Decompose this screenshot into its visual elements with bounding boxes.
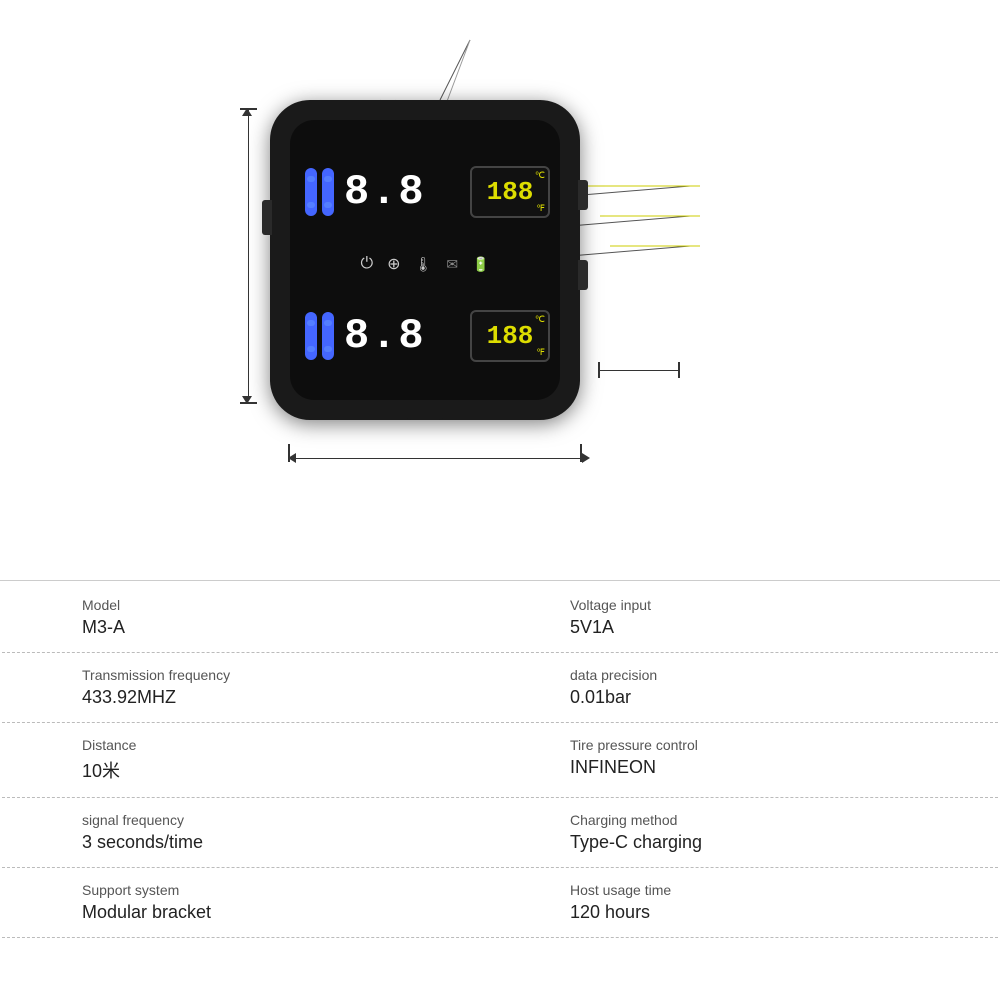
specs-section: Model M3-A Voltage input 5V1A Transmissi… [0,580,1000,1000]
spec-row: Support system Modular bracket Host usag… [2,868,998,938]
spec-cell-right: Charging method Type-C charging [510,798,998,867]
spec-row: signal frequency 3 seconds/time Charging… [2,798,998,868]
spec-value-left: 3 seconds/time [82,832,480,853]
spec-label-left: Model [82,597,480,613]
spec-label-left: signal frequency [82,812,480,828]
spec-label-left: Distance [82,737,480,753]
spec-value-left: Modular bracket [82,902,480,923]
screen-middle-icons: ⏻ ⊕ 🌡 ✉ 🔋 [300,246,550,282]
temp-display-bottom: 188 ℃ ℉ [470,310,550,362]
screen-row-bottom: 8.8 188 ℃ ℉ [300,282,550,390]
diagram-section: 8.8 188 ℃ ℉ ⏻ ⊕ 🌡 ✉ 🔋 [0,0,1000,580]
spec-cell-right: Host usage time 120 hours [510,868,998,937]
spec-row: Transmission frequency 433.92MHZ data pr… [2,653,998,723]
temp-unit-f-top: ℉ [536,203,545,214]
spec-cell-left: Model M3-A [2,583,510,652]
pressure-digits-bottom: 8.8 [344,315,464,357]
dim-arrow-right [582,453,590,463]
thermometer-icon: 🌡 [415,256,433,273]
spec-value-right: INFINEON [570,757,968,778]
spec-row: Distance 10米 Tire pressure control INFIN… [2,723,998,798]
right-button-top [578,180,588,210]
spec-label-right: Tire pressure control [570,737,968,753]
bottom-connector [395,398,455,420]
tire-bar-right [322,168,334,216]
right-button-bottom [578,260,588,290]
dim-arrow-left [288,453,296,463]
device-screen: 8.8 188 ℃ ℉ ⏻ ⊕ 🌡 ✉ 🔋 [290,120,560,400]
spec-cell-left: Transmission frequency 433.92MHZ [2,653,510,722]
battery-icon: 🔋 [472,256,489,273]
dim-line-vertical [248,110,249,400]
temp-unit-f-bottom: ℉ [536,347,545,358]
spec-value-left: M3-A [82,617,480,638]
spec-cell-right: Voltage input 5V1A [510,583,998,652]
screen-row-top: 8.8 188 ℃ ℉ [300,138,550,246]
temp-digits-top: 188 [487,177,534,207]
spec-cell-left: Support system Modular bracket [2,868,510,937]
temp-display-top: 188 ℃ ℉ [470,166,550,218]
spec-value-right: 5V1A [570,617,968,638]
specs-table: Model M3-A Voltage input 5V1A Transmissi… [0,581,1000,940]
spec-value-right: 0.01bar [570,687,968,708]
spec-value-left: 10米 [82,757,480,783]
tire-icon-rear [300,310,338,362]
spec-label-left: Support system [82,882,480,898]
spec-label-right: Host usage time [570,882,968,898]
spec-value-right: Type-C charging [570,832,968,853]
spec-cell-right: data precision 0.01bar [510,653,998,722]
tire-bar-right-rear [322,312,334,360]
tire-bar-left-rear [305,312,317,360]
spec-value-right: 120 hours [570,902,968,923]
temp-unit-c-bottom: ℃ [535,314,545,325]
spec-cell-left: Distance 10米 [2,723,510,797]
spec-label-right: Voltage input [570,597,968,613]
device-outer-shell: 8.8 188 ℃ ℉ ⏻ ⊕ 🌡 ✉ 🔋 [270,100,580,420]
tire-bar-left [305,168,317,216]
spec-cell-right: Tire pressure control INFINEON [510,723,998,797]
tire-symbol-icon: ⊕ [387,254,400,274]
power-icon: ⏻ [360,255,373,273]
signal-icon: ✉ [446,256,458,273]
device-diagram: 8.8 188 ℃ ℉ ⏻ ⊕ 🌡 ✉ 🔋 [270,100,580,440]
dim-depth-line [600,370,680,371]
temp-digits-bottom: 188 [487,321,534,351]
spec-label-right: data precision [570,667,968,683]
dim-arrow-top [242,108,252,116]
temp-unit-c-top: ℃ [535,170,545,181]
tire-icon-front [300,166,338,218]
spec-label-left: Transmission frequency [82,667,480,683]
dim-arrow-bottom [242,396,252,404]
spec-row: Model M3-A Voltage input 5V1A [2,583,998,653]
spec-cell-left: signal frequency 3 seconds/time [2,798,510,867]
spec-label-right: Charging method [570,812,968,828]
pressure-digits-top: 8.8 [344,171,464,213]
spec-value-left: 433.92MHZ [82,687,480,708]
left-button [262,200,272,235]
dim-line-horiz [290,458,585,459]
